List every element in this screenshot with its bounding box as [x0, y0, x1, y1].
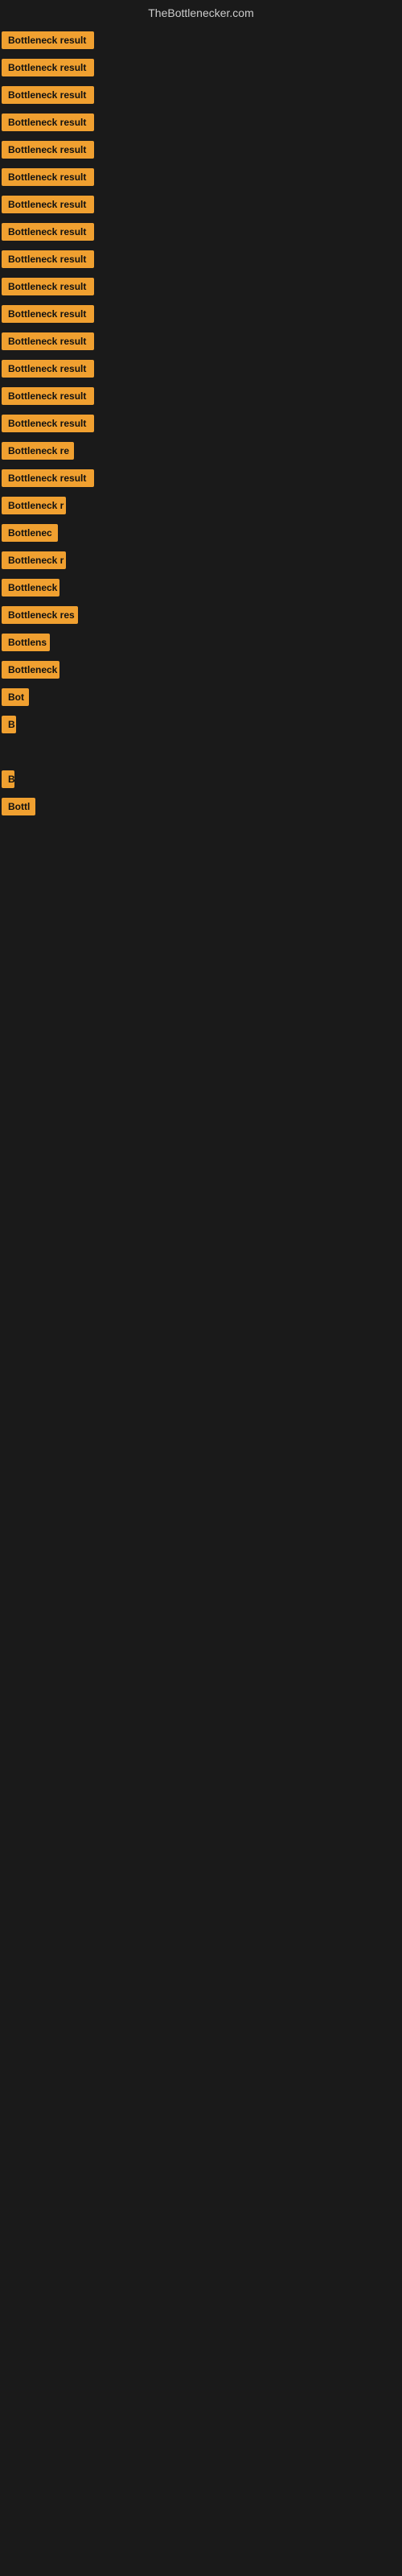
bar-row: Bottleneck result — [0, 467, 402, 489]
bottleneck-result-bar: B — [2, 716, 16, 733]
bar-row: Bottleneck result — [0, 84, 402, 106]
bar-row: Bottleneck result — [0, 111, 402, 134]
bottleneck-result-bar: B — [2, 770, 14, 788]
bar-row: Bottleneck result — [0, 193, 402, 216]
site-title-container: TheBottlenecker.com — [0, 0, 402, 24]
bottleneck-result-bar: Bottleneck result — [2, 415, 94, 432]
bar-row — [0, 823, 402, 845]
bar-row: Bottleneck result — [0, 248, 402, 270]
bottleneck-result-bar: Bottleneck result — [2, 168, 94, 186]
bottleneck-result-bar: Bottleneck result — [2, 278, 94, 295]
bar-row: Bottleneck result — [0, 56, 402, 79]
bar-row: Bottlens — [0, 631, 402, 654]
bar-row: Bottleneck result — [0, 357, 402, 380]
bar-row: Bottleneck result — [0, 221, 402, 243]
site-title: TheBottlenecker.com — [148, 0, 254, 26]
bar-row — [0, 960, 402, 982]
bar-row — [0, 741, 402, 763]
bottleneck-result-bar: Bottl — [2, 798, 35, 815]
bar-row: Bot — [0, 686, 402, 708]
bar-row — [0, 987, 402, 1009]
bars-container: Bottleneck result Bottleneck result Bottle… — [0, 29, 402, 1009]
bar-row: Bottleneck result — [0, 29, 402, 52]
bar-row: Bottleneck r — [0, 494, 402, 517]
bar-row: Bottleneck — [0, 576, 402, 599]
bottleneck-result-bar: Bottlenec — [2, 524, 58, 542]
bottleneck-result-bar: Bottleneck result — [2, 59, 94, 76]
bar-row: Bottleneck re — [0, 440, 402, 462]
bar-row — [0, 850, 402, 873]
bar-row: Bottleneck r — [0, 549, 402, 572]
bar-row: Bottlenec — [0, 522, 402, 544]
bottleneck-result-bar: Bottleneck result — [2, 469, 94, 487]
bottleneck-result-bar: Bottleneck result — [2, 360, 94, 378]
bar-row: Bottleneck result — [0, 385, 402, 407]
bar-row — [0, 877, 402, 900]
bottleneck-result-bar: Bottleneck result — [2, 250, 94, 268]
bar-row — [0, 905, 402, 927]
bottleneck-result-bar: Bottleneck — [2, 661, 59, 679]
bottleneck-result-bar: Bottleneck result — [2, 141, 94, 159]
bar-row: B — [0, 713, 402, 736]
bottleneck-result-bar: Bottleneck res — [2, 606, 78, 624]
bar-row: Bottleneck result — [0, 138, 402, 161]
bottleneck-result-bar: Bot — [2, 688, 29, 706]
bottleneck-result-bar: Bottleneck result — [2, 114, 94, 131]
bar-row: Bottleneck result — [0, 303, 402, 325]
bottleneck-result-bar: Bottleneck result — [2, 196, 94, 213]
bottleneck-result-bar: Bottleneck result — [2, 223, 94, 241]
bottleneck-result-bar: Bottleneck r — [2, 551, 66, 569]
bottleneck-result-bar: Bottleneck result — [2, 31, 94, 49]
bar-row: Bottleneck — [0, 658, 402, 681]
bar-row: Bottleneck result — [0, 330, 402, 353]
bottleneck-result-bar: Bottleneck result — [2, 86, 94, 104]
bar-row — [0, 932, 402, 955]
bar-row: Bottleneck result — [0, 412, 402, 435]
bottleneck-result-bar: Bottleneck result — [2, 387, 94, 405]
page-container: TheBottlenecker.com Bottleneck resultBot… — [0, 0, 402, 2576]
bar-row: Bottleneck result — [0, 166, 402, 188]
bottleneck-result-bar: Bottleneck r — [2, 497, 66, 514]
bar-row: Bottleneck result — [0, 275, 402, 298]
bar-row: Bottl — [0, 795, 402, 818]
bar-row: B — [0, 768, 402, 791]
bottleneck-result-bar: Bottlens — [2, 634, 50, 651]
bottleneck-result-bar: Bottleneck re — [2, 442, 74, 460]
bar-row: Bottleneck res — [0, 604, 402, 626]
bottleneck-result-bar: Bottleneck result — [2, 305, 94, 323]
bottleneck-result-bar: Bottleneck result — [2, 332, 94, 350]
bottleneck-result-bar: Bottleneck — [2, 579, 59, 597]
